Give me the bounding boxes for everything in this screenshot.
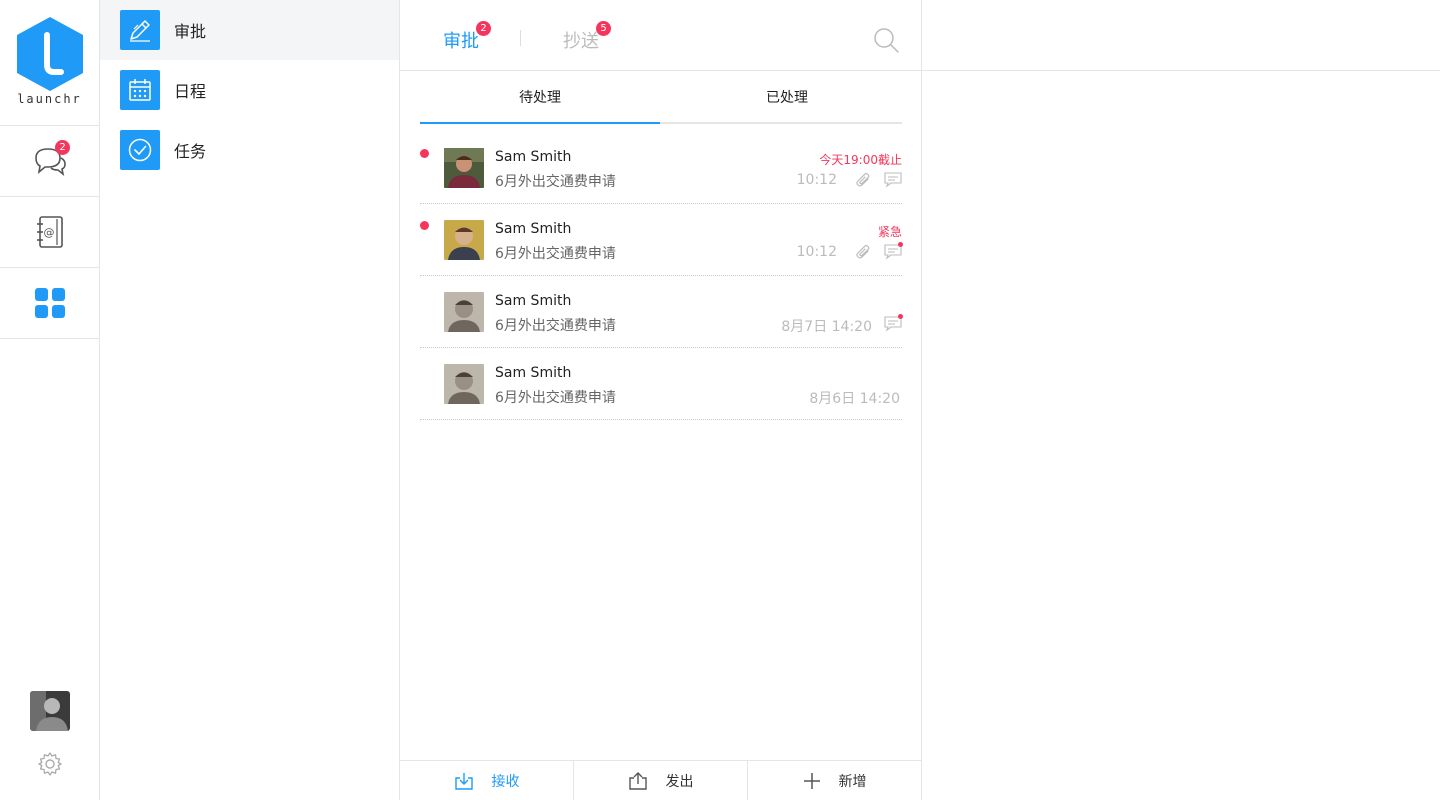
list-item[interactable]: Sam Smith 6月外出交通费申请 紧急 10:12 <box>420 204 903 276</box>
receive-label: 接收 <box>491 773 520 790</box>
tab-cc[interactable]: 抄送 5 <box>563 21 611 53</box>
tab-label: 抄送 <box>563 31 599 52</box>
item-description: 6月外出交通费申请 <box>495 174 616 190</box>
deadline-flag: 今天19:00截止 <box>819 153 902 167</box>
list-item[interactable]: Sam Smith 6月外出交通费申请 今天19:00截止 10:12 <box>420 132 902 204</box>
tab-pending[interactable]: 待处理 <box>420 72 660 124</box>
item-description: 6月外出交通费申请 <box>495 390 616 406</box>
item-name: Sam Smith <box>495 149 572 165</box>
module-label: 日程 <box>174 82 207 101</box>
new-label: 新增 <box>838 773 867 790</box>
avatar-image-icon <box>444 364 484 404</box>
active-tab-indicator <box>420 122 660 124</box>
search-icon[interactable] <box>872 26 900 54</box>
check-circle-icon <box>120 130 160 170</box>
launchr-logo-icon <box>17 17 83 91</box>
share-upload-icon <box>628 771 647 790</box>
user-avatar[interactable] <box>30 691 70 731</box>
rail-item-messages[interactable]: 2 <box>0 126 99 197</box>
tab-badge: 2 <box>476 21 491 36</box>
attachment-icon <box>856 173 870 187</box>
approval-panel: 审批 2 抄送 5 待处理 已处理 Sam Smith 6月外出交通费申请 今天… <box>400 0 922 800</box>
svg-text:@: @ <box>43 226 54 239</box>
avatar-image-icon <box>444 292 484 332</box>
module-item-approval[interactable]: 审批 <box>100 0 399 60</box>
list-item[interactable]: Sam Smith 6月外出交通费申请 8月7日 14:20 <box>420 276 903 348</box>
unread-dot <box>420 149 429 158</box>
app-window: launchr 2 @ 审批 日程 任务 审批 2 抄送 5 待处理 已处理 S… <box>0 0 1440 800</box>
item-time: 8月6日 14:20 <box>809 391 900 407</box>
inbox-download-icon <box>454 772 473 790</box>
address-book-icon: @ <box>36 216 63 248</box>
tab-approval[interactable]: 审批 2 <box>443 21 491 53</box>
detail-header <box>922 0 1440 71</box>
pen-icon <box>120 10 160 50</box>
item-description: 6月外出交通费申请 <box>495 318 616 334</box>
messages-badge: 2 <box>55 140 70 155</box>
new-comment-dot <box>898 314 903 319</box>
module-list: 审批 日程 任务 <box>100 0 400 800</box>
attachment-icon <box>856 245 870 259</box>
comment-icon <box>884 172 902 188</box>
item-name: Sam Smith <box>495 221 572 237</box>
urgent-flag: 紧急 <box>877 225 902 239</box>
item-time: 10:12 <box>796 244 837 260</box>
avatar-image-icon <box>30 691 70 731</box>
logo-text: launchr <box>17 92 82 106</box>
item-time: 8月7日 14:20 <box>781 319 872 335</box>
tab-processed[interactable]: 已处理 <box>667 72 907 124</box>
logo: launchr <box>0 0 99 126</box>
detail-pane <box>922 0 1440 800</box>
item-name: Sam Smith <box>495 293 572 309</box>
item-description: 6月外出交通费申请 <box>495 246 616 262</box>
rail-item-apps[interactable] <box>0 268 99 339</box>
avatar-image-icon <box>444 148 484 188</box>
plus-icon <box>803 772 820 789</box>
new-comment-dot <box>898 242 903 247</box>
sent-label: 发出 <box>665 773 694 790</box>
avatar <box>444 364 484 404</box>
receive-button[interactable]: 接收 <box>400 761 574 800</box>
approval-list: Sam Smith 6月外出交通费申请 今天19:00截止 10:12 Sam … <box>420 132 903 420</box>
module-item-tasks[interactable]: 任务 <box>100 120 399 180</box>
settings-gear-icon[interactable] <box>37 751 63 777</box>
module-label: 审批 <box>174 22 207 41</box>
module-item-schedule[interactable]: 日程 <box>100 60 399 120</box>
avatar <box>444 292 484 332</box>
avatar <box>444 220 484 260</box>
tab-badge: 5 <box>596 21 611 36</box>
tab-divider <box>520 30 521 46</box>
new-button[interactable]: 新增 <box>748 761 921 800</box>
status-tabs: 待处理 已处理 <box>420 72 902 124</box>
avatar <box>444 148 484 188</box>
tab-label: 审批 <box>443 31 479 52</box>
top-tabs: 审批 2 抄送 5 <box>400 0 921 71</box>
list-item[interactable]: Sam Smith 6月外出交通费申请 8月6日 14:20 <box>420 348 902 420</box>
apps-grid-icon <box>34 288 65 318</box>
item-time: 10:12 <box>796 172 837 188</box>
module-label: 任务 <box>174 142 207 161</box>
bottom-action-bar: 接收 发出 新增 <box>400 760 921 800</box>
left-rail: launchr 2 @ <box>0 0 100 800</box>
avatar-image-icon <box>444 220 484 260</box>
unread-dot <box>420 221 429 230</box>
calendar-icon <box>120 70 160 110</box>
rail-item-contacts[interactable]: @ <box>0 197 99 268</box>
sent-button[interactable]: 发出 <box>574 761 748 800</box>
item-name: Sam Smith <box>495 365 572 381</box>
